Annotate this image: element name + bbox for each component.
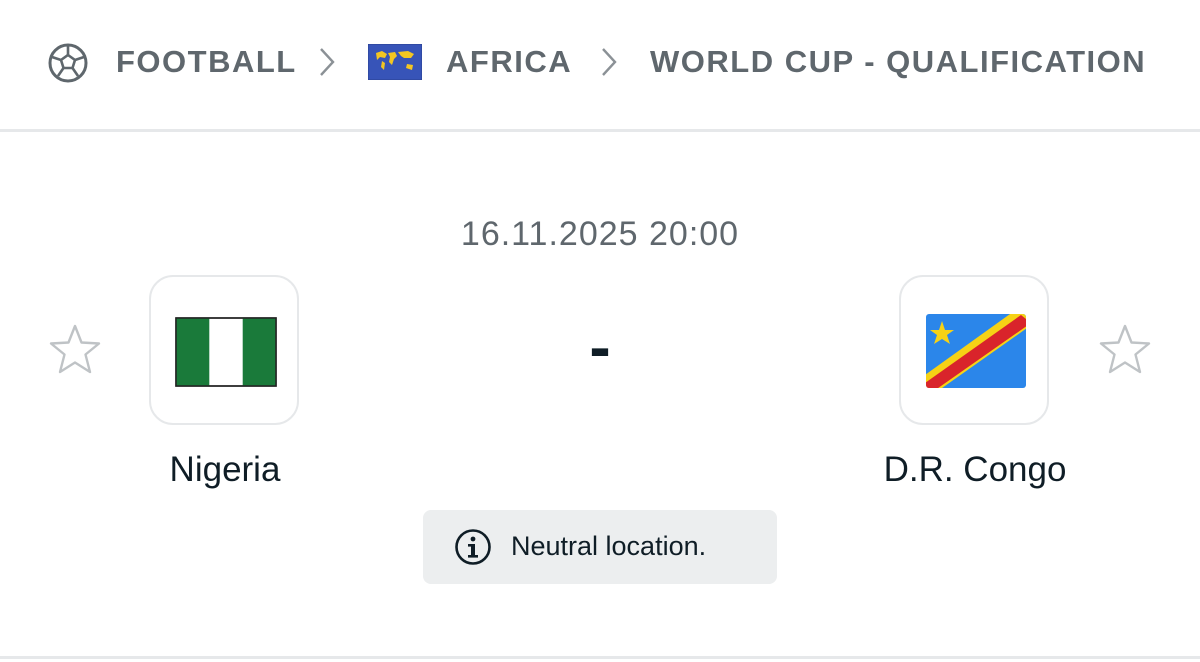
divider — [0, 656, 1200, 659]
breadcrumb-region[interactable]: AFRICA — [446, 44, 572, 80]
breadcrumb-sport[interactable]: FOOTBALL — [116, 44, 297, 80]
dr-congo-flag-icon — [926, 314, 1026, 388]
away-team-logo[interactable] — [899, 275, 1049, 425]
match-info-text: Neutral location. — [511, 531, 707, 561]
breadcrumb-competition[interactable]: WORLD CUP - QUALIFICATION — [650, 44, 1146, 80]
chevron-right-icon — [602, 48, 617, 76]
africa-flag-icon[interactable] — [368, 44, 422, 80]
breadcrumb: FOOTBALL AFRICA WORLD CUP - QUALIFICATIO… — [0, 0, 1200, 132]
home-team-name[interactable]: Nigeria — [75, 450, 375, 490]
football-icon[interactable] — [47, 42, 89, 84]
chevron-right-icon — [320, 48, 335, 76]
match-datetime: 16.11.2025 20:00 — [460, 215, 740, 253]
away-team-name[interactable]: D.R. Congo — [825, 450, 1125, 490]
match-info-notice: Neutral location. — [423, 510, 777, 584]
info-icon — [455, 529, 491, 565]
star-outline-icon[interactable] — [1097, 322, 1153, 378]
